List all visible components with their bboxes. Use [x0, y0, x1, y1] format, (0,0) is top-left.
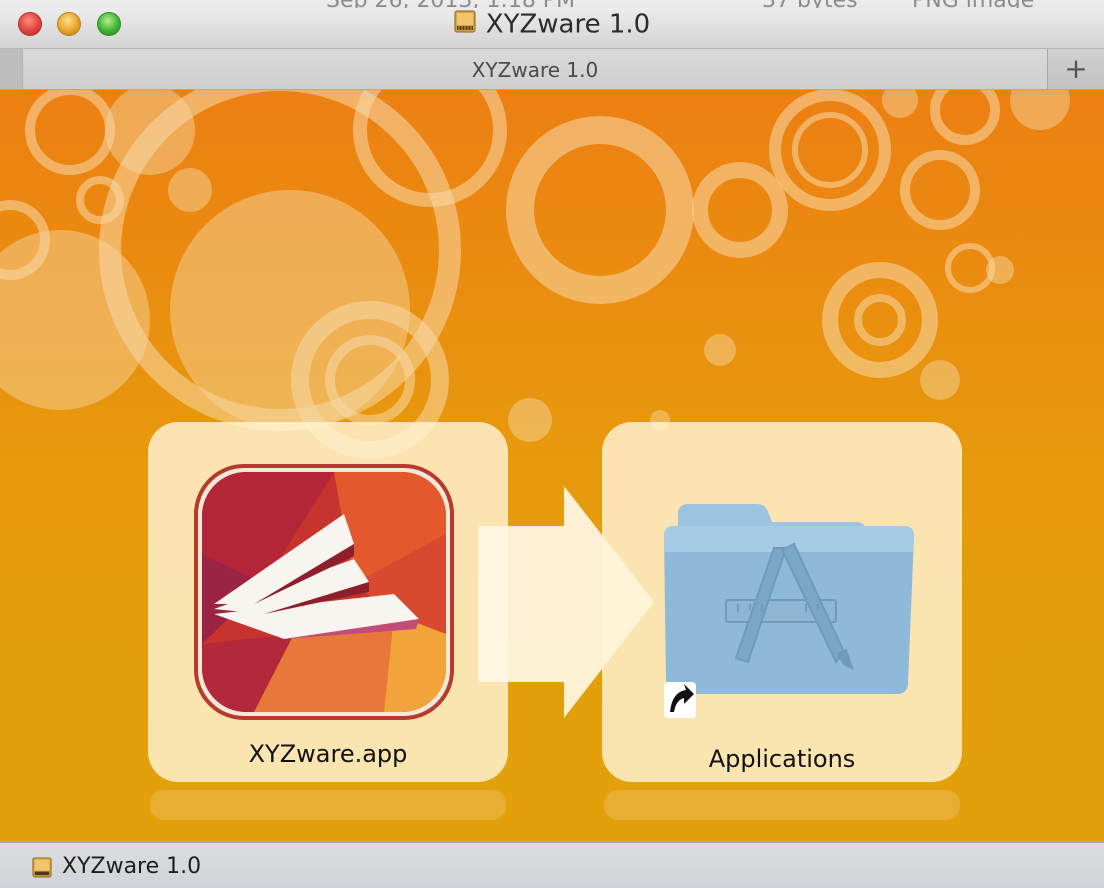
disk-image-content: XYZware.app Applications	[0, 90, 1104, 842]
xyzware-app-item[interactable]: XYZware.app	[148, 422, 508, 782]
item-label-xyzware-app: XYZware.app	[248, 740, 408, 768]
applications-folder-icon	[664, 504, 914, 718]
xyzware-app-icon	[194, 464, 454, 720]
tab-bar: XYZware 1.0 +	[0, 49, 1104, 90]
tab-xyzware[interactable]: XYZware 1.0	[22, 49, 1048, 89]
applications-folder-item[interactable]: Applications	[602, 422, 962, 782]
new-tab-button[interactable]: +	[1047, 49, 1104, 89]
disk-image-icon	[454, 8, 476, 41]
window-title: XYZware 1.0	[0, 8, 1104, 41]
title-bar[interactable]: Sep 26, 2013, 1:18 PM 37 bytes PNG image…	[0, 0, 1104, 49]
tab-bar-edge	[0, 49, 22, 89]
window-title-text: XYZware 1.0	[485, 9, 651, 40]
path-status-bar: XYZware 1.0	[0, 842, 1104, 888]
item-label-applications: Applications	[708, 745, 856, 773]
status-bar-label[interactable]: XYZware 1.0	[62, 854, 201, 879]
disk-image-icon	[32, 857, 52, 878]
finder-window: Sep 26, 2013, 1:18 PM 37 bytes PNG image…	[0, 0, 1104, 888]
